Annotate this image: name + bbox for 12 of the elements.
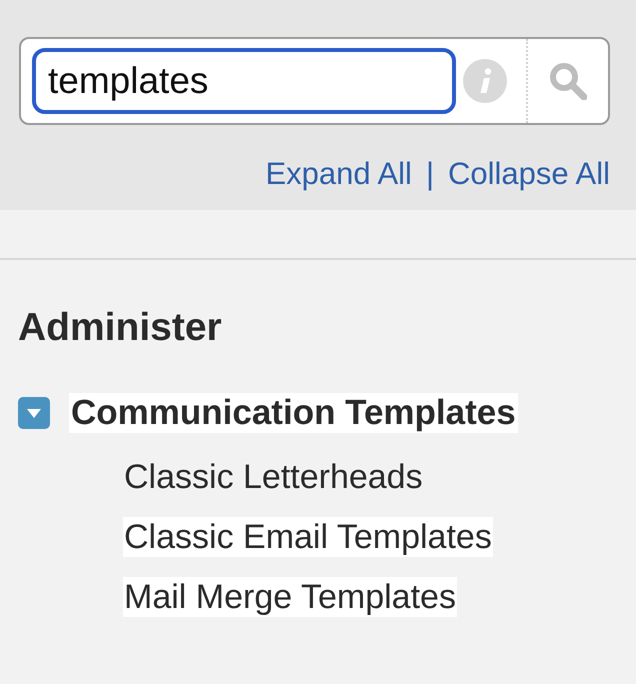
link-separator: | (426, 156, 434, 192)
search-icon[interactable] (549, 62, 587, 100)
expand-toggle-icon[interactable] (18, 397, 50, 429)
info-icon[interactable] (463, 59, 507, 103)
tree-item-link[interactable]: Classic Letterheads (123, 457, 424, 497)
expand-all-link[interactable]: Expand All (265, 156, 412, 192)
collapse-all-link[interactable]: Collapse All (448, 156, 610, 192)
section-heading: Administer (18, 305, 223, 351)
tree-item-link[interactable]: Mail Merge Templates (123, 577, 457, 617)
tree-item-link[interactable]: Classic Email Templates (123, 517, 493, 557)
search-field[interactable]: templates (32, 48, 456, 114)
tree-node-label[interactable]: Communication Templates (69, 393, 518, 433)
